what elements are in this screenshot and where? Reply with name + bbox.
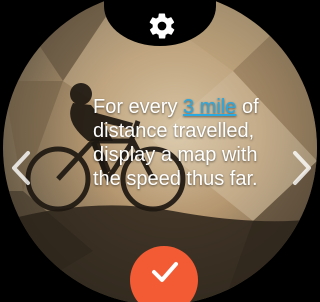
chevron-left-icon[interactable] — [10, 150, 32, 186]
distance-link[interactable]: 3 mile — [183, 96, 236, 118]
chevron-right-icon[interactable] — [291, 150, 313, 186]
instruction-text: For every 3 mile of distance travelled, … — [93, 95, 268, 191]
message-before: For every — [93, 96, 184, 118]
watch-screen: For every 3 mile of distance travelled, … — [0, 0, 320, 302]
check-icon — [152, 262, 178, 282]
gear-icon[interactable] — [147, 11, 177, 41]
